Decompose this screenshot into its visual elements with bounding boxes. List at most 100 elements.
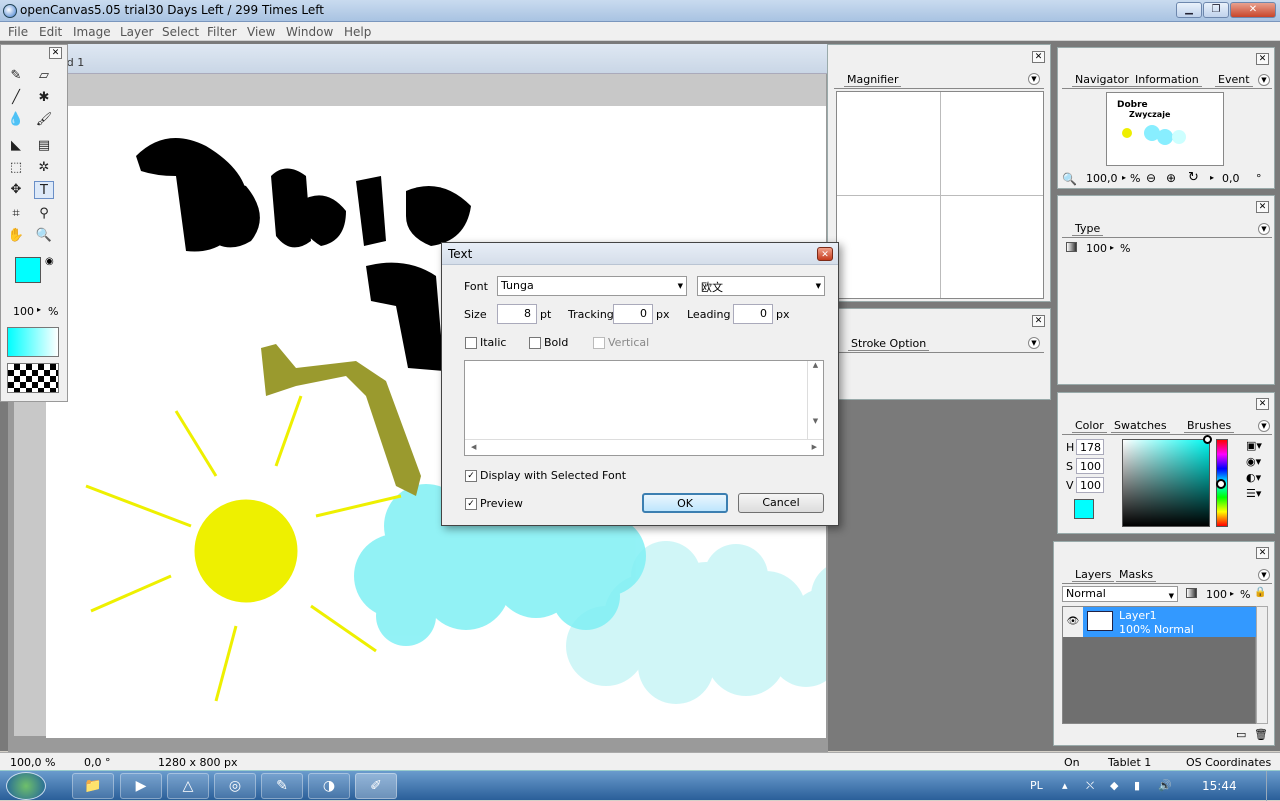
layer-row[interactable]: Layer1 100% Normal xyxy=(1083,607,1256,637)
menu-view[interactable]: View xyxy=(247,25,275,39)
start-button[interactable] xyxy=(6,772,46,800)
preview-checkbox[interactable]: ✓ xyxy=(465,498,477,510)
clock[interactable]: 15:44 xyxy=(1202,779,1237,793)
tool-zoom-value[interactable]: 100 xyxy=(13,305,34,318)
navigator-angle-value[interactable]: 0,0 xyxy=(1222,172,1240,185)
saturation-value-picker[interactable] xyxy=(1122,439,1210,527)
zoom-out-icon[interactable]: ⊖ xyxy=(1146,171,1156,185)
color-mode-ring-icon[interactable]: ◐▾ xyxy=(1246,471,1261,484)
sv-picker-handle[interactable] xyxy=(1203,435,1212,444)
hue-input[interactable]: 178 xyxy=(1076,439,1104,455)
tracking-input[interactable]: 0 xyxy=(613,304,653,324)
type-opacity-value[interactable]: 100 xyxy=(1086,242,1107,255)
brush-tool-icon[interactable]: 🖌 xyxy=(34,111,54,129)
layers-close-button[interactable]: ✕ xyxy=(1256,547,1269,559)
stroke-option-menu-icon[interactable]: ▼ xyxy=(1028,337,1040,349)
lock-icon[interactable]: 🔒 xyxy=(1254,587,1266,598)
menu-edit[interactable]: Edit xyxy=(39,25,62,39)
magnifier-menu-icon[interactable]: ▼ xyxy=(1028,73,1040,85)
italic-checkbox[interactable] xyxy=(465,337,477,349)
eyedropper-tool-icon[interactable]: ⚲ xyxy=(34,205,54,223)
eye-icon[interactable]: 👁 xyxy=(1063,607,1083,637)
language-indicator[interactable]: PL xyxy=(1030,779,1043,792)
navigator-zoom-arrow-icon[interactable]: ▸ xyxy=(1122,173,1126,182)
toolbox-close-button[interactable]: ✕ xyxy=(49,47,62,59)
vertical-checkbox[interactable] xyxy=(593,337,605,349)
font-select[interactable]: Tunga ▼ xyxy=(497,276,687,296)
cancel-button[interactable]: Cancel xyxy=(738,493,824,513)
color-mode-list-icon[interactable]: ☰▾ xyxy=(1246,487,1261,500)
app-icon[interactable] xyxy=(3,4,17,18)
bold-checkbox[interactable] xyxy=(529,337,541,349)
tab-magnifier[interactable]: Magnifier xyxy=(844,73,902,87)
menu-help[interactable]: Help xyxy=(344,25,371,39)
tab-brushes[interactable]: Brushes xyxy=(1184,419,1235,433)
selection-tool-icon[interactable]: ⬚ xyxy=(6,159,26,177)
menu-window[interactable]: Window xyxy=(286,25,333,39)
tray-expand-icon[interactable]: ▴ xyxy=(1062,779,1068,792)
tab-type[interactable]: Type xyxy=(1072,222,1104,236)
saturation-input[interactable]: 100 xyxy=(1076,458,1104,474)
maximize-button[interactable]: ❐ xyxy=(1203,2,1229,18)
swap-colors-icon[interactable]: ◉ xyxy=(45,256,54,267)
hand-tool-icon[interactable]: ✋ xyxy=(6,227,26,245)
new-layer-icon[interactable]: ▭ xyxy=(1236,728,1246,741)
hue-slider-handle[interactable] xyxy=(1216,479,1226,489)
crop-tool-icon[interactable]: ⌗ xyxy=(6,205,26,223)
network-icon[interactable]: ⛌ xyxy=(1086,779,1094,793)
color-mode-circle-icon[interactable]: ◉▾ xyxy=(1246,455,1261,468)
text-area-horizontal-scrollbar[interactable]: ◀ ▶ xyxy=(465,439,823,455)
tab-swatches[interactable]: Swatches xyxy=(1111,419,1170,433)
size-input[interactable]: 8 xyxy=(497,304,537,324)
navigator-close-button[interactable]: ✕ xyxy=(1256,53,1269,65)
navigator-menu-icon[interactable]: ▼ xyxy=(1258,74,1270,86)
pen-tool-icon[interactable]: ✎ xyxy=(6,67,26,85)
text-tool-icon[interactable]: T xyxy=(34,181,54,199)
layer-opacity-arrow-icon[interactable]: ▸ xyxy=(1230,589,1234,598)
volume-icon[interactable]: 🔊 xyxy=(1158,779,1172,792)
type-close-button[interactable]: ✕ xyxy=(1256,201,1269,213)
text-input-area[interactable]: ▲ ▼ ◀ ▶ xyxy=(464,360,824,456)
text-area-vertical-scrollbar[interactable]: ▲ ▼ xyxy=(807,361,823,439)
minimize-button[interactable]: ▁ xyxy=(1176,2,1202,18)
layers-scrollbar[interactable] xyxy=(1256,606,1268,724)
vlc-taskbar-icon[interactable]: △ xyxy=(167,773,209,799)
stroke-option-close-button[interactable]: ✕ xyxy=(1032,315,1045,327)
show-desktop-button[interactable] xyxy=(1266,771,1280,801)
value-input[interactable]: 100 xyxy=(1076,477,1104,493)
navigator-zoom-value[interactable]: 100,0 xyxy=(1086,172,1118,185)
blend-mode-select[interactable]: Normal ▼ xyxy=(1062,586,1178,602)
tab-navigator[interactable]: Navigator xyxy=(1072,73,1132,87)
foreground-color-swatch[interactable] xyxy=(15,257,41,283)
navigator-angle-arrow-icon[interactable]: ▸ xyxy=(1210,173,1214,182)
color-mode-square-icon[interactable]: ▣▾ xyxy=(1246,439,1262,452)
airbrush-tool-icon[interactable]: ✱ xyxy=(34,89,54,107)
zoom-tool-icon[interactable]: 🔍 xyxy=(34,227,54,245)
menu-filter[interactable]: Filter xyxy=(207,25,237,39)
leading-input[interactable]: 0 xyxy=(733,304,773,324)
eraser-tool-icon[interactable]: ▱ xyxy=(34,67,54,85)
pencil-tool-icon[interactable]: ╱ xyxy=(6,89,26,107)
trash-icon[interactable]: 🗑 xyxy=(1254,728,1268,741)
texture-preview[interactable] xyxy=(7,363,59,393)
menu-layer[interactable]: Layer xyxy=(120,25,153,39)
tab-event[interactable]: Event xyxy=(1215,73,1253,87)
menu-file[interactable]: File xyxy=(8,25,28,39)
document-tab[interactable] xyxy=(8,44,828,74)
zoom-out-magnifier-icon[interactable]: 🔍 xyxy=(1062,172,1077,186)
display-font-checkbox[interactable]: ✓ xyxy=(465,470,477,482)
menu-image[interactable]: Image xyxy=(73,25,111,39)
paint-taskbar-icon[interactable]: ✎ xyxy=(261,773,303,799)
script-select[interactable]: 欧文 ▼ xyxy=(697,276,825,296)
layer-opacity-value[interactable]: 100 xyxy=(1206,588,1227,601)
tab-stroke-option[interactable]: Stroke Option xyxy=(848,337,930,351)
ok-button[interactable]: OK xyxy=(642,493,728,513)
tool-zoom-arrow-icon[interactable]: ▸ xyxy=(37,305,41,314)
app-taskbar-icon[interactable]: ◑ xyxy=(308,773,350,799)
fill-tool-icon[interactable]: ◣ xyxy=(6,137,26,155)
close-button[interactable]: ✕ xyxy=(1230,2,1276,18)
tab-masks[interactable]: Masks xyxy=(1116,568,1157,582)
explorer-taskbar-icon[interactable]: 📁 xyxy=(72,773,114,799)
magic-wand-icon[interactable]: ✲ xyxy=(34,159,54,177)
chrome-taskbar-icon[interactable]: ◎ xyxy=(214,773,256,799)
